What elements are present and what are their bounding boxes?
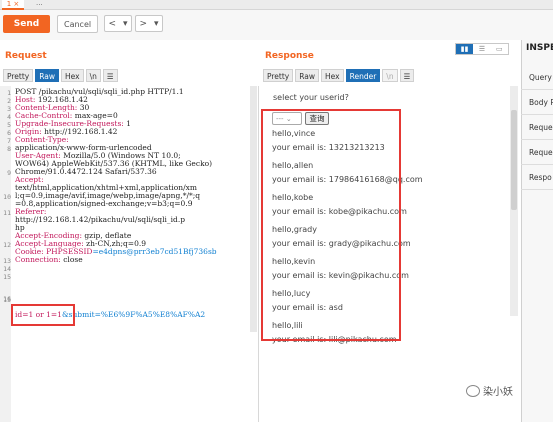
history-forward-button[interactable]: > ▾ xyxy=(135,15,163,32)
tab-hex[interactable]: Hex xyxy=(61,69,84,82)
inspector-item-request-attributes[interactable]: Reque xyxy=(521,115,553,140)
line-number: 11 xyxy=(3,209,11,217)
line-number: 10 xyxy=(3,193,11,201)
line-number: 9 xyxy=(7,169,11,177)
header-referer-value: http://192.168.1.42/pikachu/vul/sqli/sql… xyxy=(15,215,186,224)
inspector-item-body[interactable]: Body P xyxy=(521,90,553,115)
request-view-tabs: Pretty Raw Hex \n ☰ xyxy=(3,69,118,82)
chevron-left-icon: < xyxy=(108,18,117,29)
line-number: 2 xyxy=(7,97,11,105)
line-number: 7 xyxy=(7,137,11,145)
chevron-down-icon: ▾ xyxy=(122,18,128,29)
layout-toggle[interactable]: ▮▮ ☰ ▭ xyxy=(455,43,509,55)
toggle-newlines[interactable]: \n xyxy=(85,69,101,82)
watermark-text: 染小妖 xyxy=(483,387,513,398)
line-number: 1 xyxy=(7,89,11,97)
request-scrollbar[interactable] xyxy=(250,86,257,332)
tab-hex[interactable]: Hex xyxy=(321,69,344,82)
toggle-newlines[interactable]: \n xyxy=(382,69,398,82)
repeater-tab-1[interactable]: 1 × xyxy=(2,0,24,10)
split-rows-icon[interactable]: ☰ xyxy=(473,44,490,54)
tab-strip xyxy=(0,0,553,10)
cancel-button[interactable]: Cancel xyxy=(57,15,98,33)
line-number: 13 xyxy=(3,257,11,265)
request-title: Request xyxy=(5,51,47,61)
line-number: 14 xyxy=(3,265,11,273)
response-scrollbar-thumb[interactable] xyxy=(511,110,517,210)
menu-icon[interactable]: ☰ xyxy=(399,69,415,82)
inspector-title: INSPE xyxy=(526,43,553,53)
repeater-tab-more[interactable]: ... xyxy=(36,0,56,8)
highlight-box-results xyxy=(261,109,401,341)
menu-icon[interactable]: ☰ xyxy=(102,69,118,82)
line-number: 6 xyxy=(7,129,11,137)
inspector-item-response-headers[interactable]: Respo xyxy=(521,165,553,190)
wechat-icon xyxy=(466,384,480,397)
tab-raw[interactable]: Raw xyxy=(295,69,320,82)
tab-raw[interactable]: Raw xyxy=(35,69,60,82)
history-back-button[interactable]: < ▾ xyxy=(104,15,132,32)
userid-prompt: select your userid? xyxy=(273,93,349,102)
line-number: 12 xyxy=(3,241,11,249)
highlight-box-payload xyxy=(11,304,75,326)
tab-render[interactable]: Render xyxy=(345,69,381,82)
line-number: 4 xyxy=(7,113,11,121)
line-number: 5 xyxy=(7,121,11,129)
line-number: 15 xyxy=(3,296,11,304)
split-columns-icon[interactable]: ▮▮ xyxy=(456,44,474,54)
tab-pretty[interactable]: Pretty xyxy=(3,69,34,82)
chevron-right-icon: > xyxy=(139,18,148,29)
single-pane-icon[interactable]: ▭ xyxy=(491,44,508,54)
watermark: 染小妖 xyxy=(466,383,513,398)
line-number: 3 xyxy=(7,105,11,113)
inspector-item-query[interactable]: Query xyxy=(521,65,553,90)
chevron-down-icon: ▾ xyxy=(153,18,159,29)
line-number: 15 xyxy=(3,273,11,281)
tab-pretty[interactable]: Pretty xyxy=(263,69,294,82)
inspector-item-request-headers[interactable]: Reque xyxy=(521,140,553,165)
send-button[interactable]: Send xyxy=(3,15,50,33)
header-connection: Connection: close xyxy=(15,255,83,264)
submit-param: &submit=%E6%9F%A5%E8%AF%A2 xyxy=(61,310,206,319)
line-number: 8 xyxy=(7,145,11,153)
response-view-tabs: Pretty Raw Hex Render \n ☰ xyxy=(263,69,415,82)
response-title: Response xyxy=(265,51,314,61)
